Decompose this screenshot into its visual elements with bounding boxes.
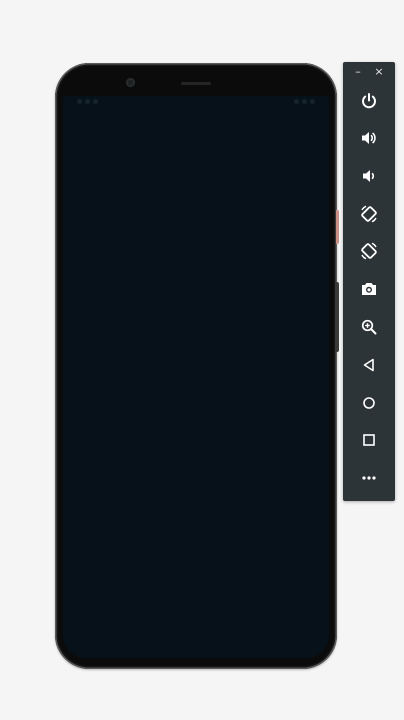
minimize-button[interactable]: – (352, 65, 364, 79)
device-frame (55, 63, 337, 669)
more-dots-icon (362, 476, 376, 480)
power-button[interactable] (356, 88, 382, 114)
overview-square-icon (363, 434, 375, 446)
close-button[interactable]: × (373, 65, 385, 79)
battery-icon (310, 99, 315, 104)
status-indicator-icon (93, 99, 98, 104)
home-circle-icon (363, 397, 375, 409)
hardware-power-key[interactable] (336, 210, 339, 244)
device-screen[interactable] (63, 96, 329, 658)
rotate-left-button[interactable] (356, 201, 382, 227)
zoom-button[interactable] (356, 314, 382, 340)
signal-icon (302, 99, 307, 104)
volume-up-icon (362, 132, 376, 144)
status-left-icons (77, 99, 98, 104)
emulator-toolbar: – × (343, 62, 395, 501)
front-camera-icon (126, 78, 135, 87)
volume-up-button[interactable] (356, 125, 382, 151)
more-button[interactable] (356, 465, 382, 491)
screenshot-button[interactable] (356, 276, 382, 302)
back-button[interactable] (356, 352, 382, 378)
rotate-left-icon (361, 205, 377, 223)
power-icon (362, 93, 376, 109)
status-right-icons (294, 99, 315, 104)
overview-button[interactable] (356, 427, 382, 453)
volume-down-icon (363, 170, 375, 182)
camera-icon (362, 283, 376, 295)
volume-down-button[interactable] (356, 163, 382, 189)
status-indicator-icon (77, 99, 82, 104)
earpiece-speaker (181, 82, 211, 85)
rotate-right-button[interactable] (356, 238, 382, 264)
wifi-icon (294, 99, 299, 104)
status-bar (63, 96, 329, 110)
home-button[interactable] (356, 390, 382, 416)
status-indicator-icon (85, 99, 90, 104)
toolbar-title-bar: – × (343, 62, 395, 84)
back-triangle-icon (363, 358, 374, 372)
zoom-in-icon (361, 319, 377, 335)
rotate-right-icon (361, 242, 377, 260)
hardware-volume-key[interactable] (336, 282, 339, 352)
